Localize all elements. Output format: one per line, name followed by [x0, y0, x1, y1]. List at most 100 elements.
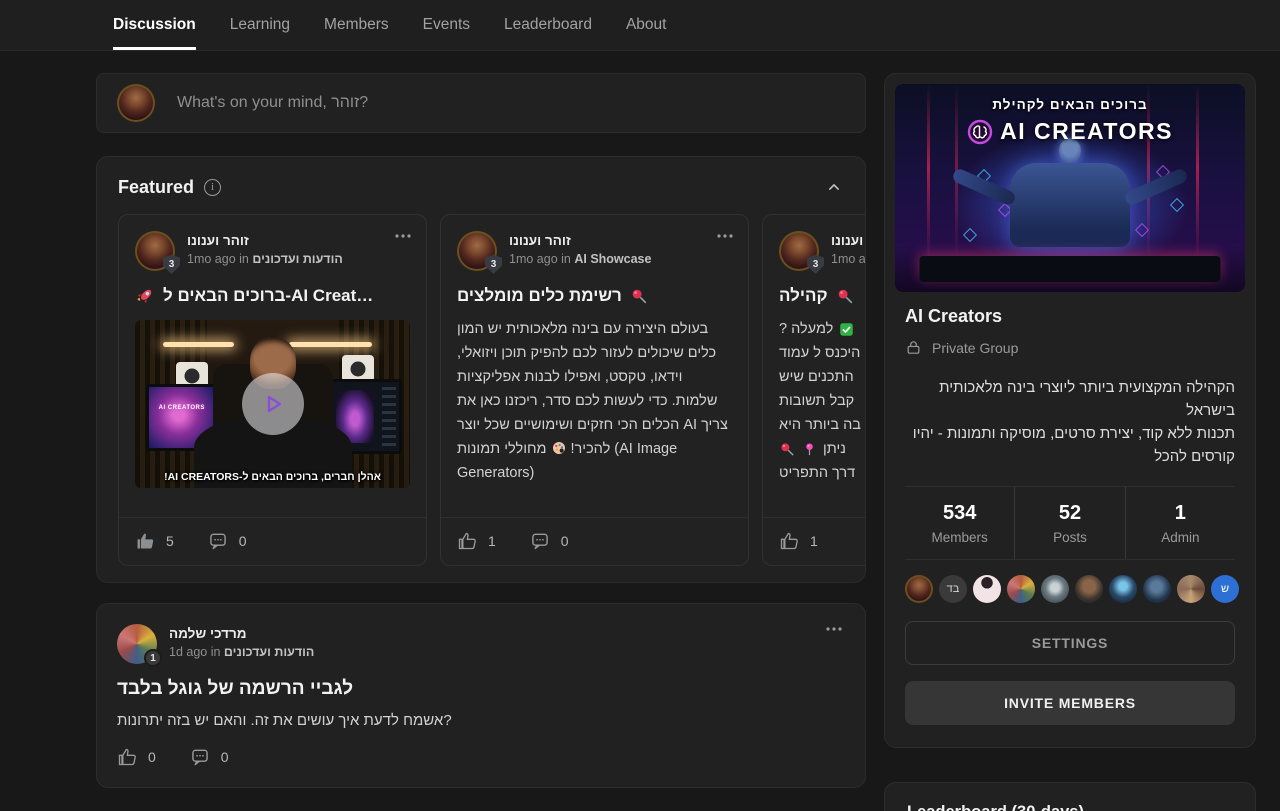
post-body: אשמח לדעת איך עושים את זה. והאם יש בזה י… — [117, 712, 845, 729]
thumbs-up-icon — [779, 531, 799, 551]
like-count: 1 — [488, 533, 496, 549]
leaderboard-title: Leaderboard (30-days) — [907, 803, 1233, 811]
comment-icon — [208, 531, 228, 551]
like-count: 5 — [166, 533, 174, 549]
tab-learning[interactable]: Learning — [230, 0, 290, 50]
comment-count: 0 — [239, 533, 247, 549]
member-avatar[interactable] — [1075, 575, 1103, 603]
post-author[interactable]: מרדכי שלמה — [169, 626, 314, 641]
comment-count: 0 — [221, 749, 229, 765]
member-avatar[interactable] — [1109, 575, 1137, 603]
post-category[interactable]: הודעות ועדכונים — [224, 645, 314, 659]
settings-button[interactable]: SETTINGS — [905, 621, 1235, 665]
featured-section: Featured i 3 זוהר וענונו 1mo ago in הודע… — [96, 156, 866, 583]
comment-button[interactable]: 0 — [530, 531, 569, 551]
post-meta: 1mo ago in הודעות ועדכונים — [187, 252, 343, 266]
post-title[interactable]: קהילה — [779, 286, 865, 306]
post-meta: 1mo ago in הודעות ועדכונים — [831, 252, 865, 266]
stat-members[interactable]: 534 Members — [905, 487, 1014, 559]
level-badge: 3 — [485, 255, 502, 274]
tab-discussion[interactable]: Discussion — [113, 0, 196, 50]
post-category[interactable]: AI Showcase — [574, 252, 651, 266]
member-avatar[interactable] — [905, 575, 933, 603]
post-author[interactable]: זוהר וענונו — [831, 233, 865, 248]
more-options-button[interactable] — [394, 233, 412, 239]
kebab-icon — [716, 233, 734, 239]
comment-button[interactable]: 0 — [190, 747, 229, 767]
member-avatar-initials[interactable]: ש — [1211, 575, 1239, 603]
member-avatar-initials[interactable]: בד — [939, 575, 967, 603]
lock-icon — [905, 339, 922, 356]
post-author[interactable]: זוהר וענונו — [509, 233, 651, 248]
tab-events[interactable]: Events — [423, 0, 470, 50]
post-card[interactable]: 1 מרדכי שלמה 1d ago in הודעות ועדכונים ל… — [96, 603, 866, 788]
post-category[interactable]: הודעות ועדכונים — [252, 252, 342, 266]
thumbs-up-icon — [117, 747, 137, 767]
stat-admins[interactable]: 1 Admin — [1125, 487, 1235, 559]
play-icon — [262, 393, 284, 415]
like-button[interactable]: 1 — [457, 531, 496, 551]
member-avatar[interactable] — [1007, 575, 1035, 603]
group-sidebar: ברוכים הבאים לקהילת AI CREATORS AI Creat… — [884, 73, 1256, 811]
post-title[interactable]: לגביי הרשמה של גוגל בלבד — [117, 678, 845, 700]
check-icon — [839, 322, 854, 337]
like-count: 1 — [810, 533, 818, 549]
chevron-up-icon — [824, 177, 844, 197]
avatar[interactable]: 1 — [117, 624, 157, 664]
featured-card-tools[interactable]: 3 זוהר וענונו 1mo ago in AI Showcase רשי… — [440, 214, 749, 566]
comment-button[interactable]: 0 — [208, 531, 247, 551]
post-composer[interactable]: What's on your mind, זוהר? — [96, 73, 866, 133]
featured-card-welcome[interactable]: 3 זוהר וענונו 1mo ago in הודעות ועדכונים… — [118, 214, 427, 566]
group-banner-image: ברוכים הבאים לקהילת AI CREATORS — [895, 84, 1245, 292]
stat-posts[interactable]: 52 Posts — [1014, 487, 1124, 559]
post-title[interactable]: רשימת כלים מומלצים — [457, 286, 732, 306]
more-options-button[interactable] — [716, 233, 734, 239]
play-button[interactable] — [242, 373, 304, 435]
leaderboard-card: Leaderboard (30-days) — [884, 782, 1256, 811]
post-title[interactable]: ברוכים הבאים ל-AI Creat… — [135, 286, 410, 306]
post-excerpt: בעולם היצירה עם בינה מלאכותית יש המון כל… — [457, 317, 732, 485]
collapse-featured-button[interactable] — [824, 177, 844, 197]
post-meta: 1d ago in הודעות ועדכונים — [169, 645, 314, 659]
pushpin-icon — [836, 287, 855, 306]
featured-card-community[interactable]: 3 זוהר וענונו 1mo ago in הודעות ועדכונים… — [762, 214, 865, 566]
thumbs-up-icon — [135, 531, 155, 551]
tab-members[interactable]: Members — [324, 0, 389, 50]
round-pin-icon — [802, 442, 817, 457]
like-button[interactable]: 5 — [135, 531, 174, 551]
main-column: What's on your mind, זוהר? Featured i 3 … — [96, 73, 866, 788]
post-meta: 1mo ago in AI Showcase — [509, 252, 651, 266]
member-avatar[interactable] — [1143, 575, 1171, 603]
level-badge: 3 — [163, 255, 180, 274]
comment-icon — [190, 747, 210, 767]
current-user-avatar — [117, 84, 155, 122]
invite-members-button[interactable]: INVITE MEMBERS — [905, 681, 1235, 725]
rocket-icon — [135, 286, 155, 306]
thumbs-up-icon — [457, 531, 477, 551]
kebab-icon — [394, 233, 412, 239]
group-info-card: ברוכים הבאים לקהילת AI CREATORS AI Creat… — [884, 73, 1256, 748]
info-icon[interactable]: i — [204, 179, 221, 196]
avatar[interactable]: 3 — [457, 231, 497, 271]
like-button[interactable]: 0 — [117, 747, 156, 767]
comment-icon — [530, 531, 550, 551]
member-avatar[interactable] — [973, 575, 1001, 603]
like-count: 0 — [148, 749, 156, 765]
group-privacy: Private Group — [905, 339, 1235, 356]
palette-icon — [551, 440, 567, 456]
post-author[interactable]: זוהר וענונו — [187, 233, 343, 248]
like-button[interactable]: 1 — [779, 531, 818, 551]
featured-title: Featured — [118, 177, 194, 198]
avatar[interactable]: 3 — [779, 231, 819, 271]
member-avatar[interactable] — [1041, 575, 1069, 603]
more-options-button[interactable] — [825, 626, 843, 632]
avatar[interactable]: 3 — [135, 231, 175, 271]
member-avatar[interactable] — [1177, 575, 1205, 603]
tab-about[interactable]: About — [626, 0, 667, 50]
composer-placeholder: What's on your mind, זוהר? — [177, 94, 368, 112]
featured-cards-row: 3 זוהר וענונו 1mo ago in הודעות ועדכונים… — [118, 214, 865, 566]
tab-leaderboard[interactable]: Leaderboard — [504, 0, 592, 50]
video-thumbnail[interactable]: AI CREATORS אהלן חברים, ברוכים הבאים ל-A… — [135, 320, 410, 488]
brain-logo-icon — [967, 119, 993, 145]
kebab-icon — [825, 626, 843, 632]
